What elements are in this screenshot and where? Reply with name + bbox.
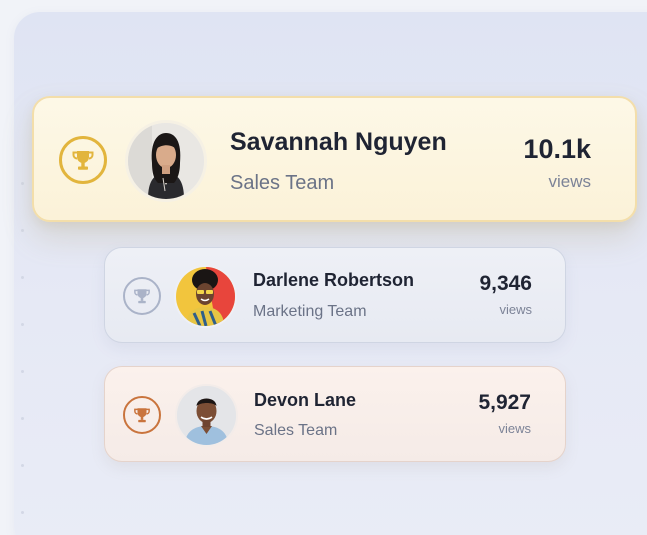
leaderboard-stage: Savannah Nguyen Sales Team 10.1k views D… [0, 0, 647, 535]
entry-name: Savannah Nguyen [230, 128, 447, 156]
trophy-silver-icon [123, 277, 161, 315]
entry-name: Devon Lane [254, 390, 357, 410]
avatar-devon [175, 384, 238, 447]
entry-views-label: views [498, 421, 531, 436]
leaderboard-card-first[interactable]: Savannah Nguyen Sales Team 10.1k views [32, 96, 637, 222]
entry-team: Sales Team [254, 422, 338, 439]
entry-views-count: 10.1k [523, 134, 591, 164]
leaderboard-card-third[interactable]: Devon Lane Sales Team 5,927 views [104, 366, 566, 462]
entry-team: Marketing Team [253, 303, 367, 320]
entry-views-label: views [548, 172, 591, 191]
trophy-gold-icon [59, 136, 107, 184]
avatar-darlene [174, 265, 237, 328]
entry-views-label: views [499, 302, 532, 317]
trophy-bronze-icon [123, 396, 161, 434]
entry-views-count: 5,927 [478, 391, 531, 414]
avatar-savannah [125, 120, 207, 202]
panel-dot-column [21, 182, 25, 535]
entry-name: Darlene Robertson [253, 270, 415, 290]
entry-views-count: 9,346 [479, 272, 532, 295]
leaderboard-card-second[interactable]: Darlene Robertson Marketing Team 9,346 v… [104, 247, 566, 343]
entry-team: Sales Team [230, 172, 335, 194]
